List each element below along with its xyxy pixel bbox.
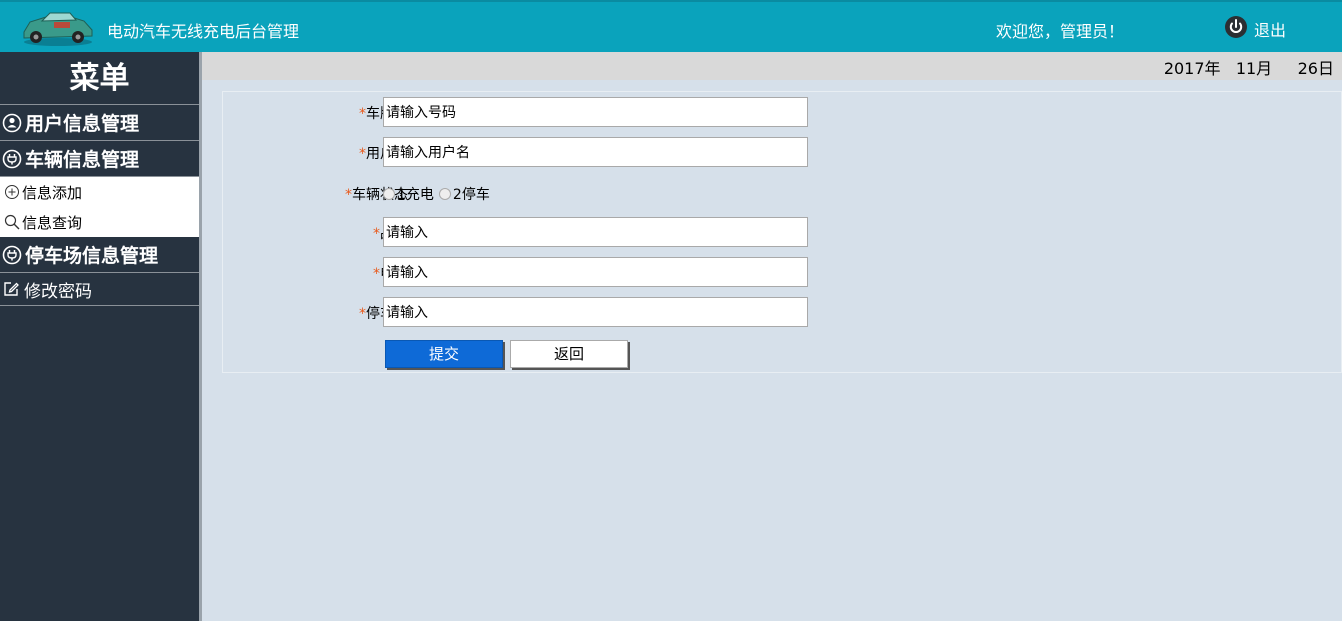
sidebar-item-label: 车辆信息管理 (25, 149, 140, 171)
power-input[interactable] (383, 257, 808, 287)
user-circle-icon (2, 113, 22, 133)
plus-circle-icon (4, 184, 20, 200)
submenu-item-label: 信息查询 (22, 213, 83, 232)
status-option-label: 2停车 (452, 187, 490, 203)
status-radio-parking[interactable] (438, 188, 451, 200)
logout-label: 退出 (1254, 21, 1287, 40)
plate-input[interactable] (383, 97, 808, 127)
status-radio-group: 1充电 2停车 (383, 184, 495, 204)
form-row-power: *电量 (223, 257, 843, 287)
form-row-username: *用户名 (223, 137, 843, 167)
plug-circle-icon (2, 149, 22, 169)
sidebar-item-change-password[interactable]: 修改密码 (0, 273, 199, 306)
car-logo (20, 8, 96, 48)
form-row-status: *车辆状态 1充电 2停车 (223, 178, 843, 208)
required-mark: * (373, 266, 380, 282)
submit-button[interactable]: 提交 (385, 340, 503, 368)
date-bar: 2017年 11月 26日 (202, 52, 1342, 80)
vehicle-form: *车牌号 *用户名 *车辆状态 1充电 2停车 *品牌 *电量 *停车位 提交 … (222, 91, 1342, 373)
brand-input[interactable] (383, 217, 808, 247)
required-mark: * (359, 146, 366, 162)
form-row-brand: *品牌 (223, 217, 843, 247)
sidebar-item-vehicle-info[interactable]: 车辆信息管理 (0, 141, 199, 177)
plug-circle-icon (2, 245, 22, 265)
edit-icon (2, 280, 20, 298)
search-icon (4, 214, 20, 230)
top-header: 电动汽车无线充电后台管理 欢迎您，管理员！ 退出 (0, 0, 1342, 52)
sidebar: 菜单 用户信息管理 车辆信息管理 信息添加 信息查询 停车场信息管理 修改密码 (0, 52, 199, 621)
menu-title: 菜单 (0, 52, 199, 105)
current-date: 2017年 11月 26日 (1164, 55, 1334, 79)
sidebar-item-label: 修改密码 (24, 281, 92, 302)
date-day: 26日 (1297, 59, 1334, 78)
sidebar-item-label: 用户信息管理 (25, 113, 140, 135)
required-mark: * (359, 106, 366, 122)
submenu-item-query[interactable]: 信息查询 (0, 207, 199, 237)
welcome-text: 欢迎您，管理员！ (996, 22, 1125, 41)
status-radio-charging[interactable] (383, 188, 395, 200)
sidebar-item-parking-info[interactable]: 停车场信息管理 (0, 237, 199, 273)
back-button[interactable]: 返回 (510, 340, 628, 368)
status-option-label: 1充电 (397, 187, 434, 203)
sidebar-divider (199, 52, 202, 621)
username-input[interactable] (383, 137, 808, 167)
date-month: 11月 (1235, 59, 1273, 78)
app-title: 电动汽车无线充电后台管理 (107, 22, 300, 41)
form-row-spot: *停车位 (223, 297, 843, 327)
sidebar-item-user-info[interactable]: 用户信息管理 (0, 105, 199, 141)
submenu-item-add[interactable]: 信息添加 (0, 177, 199, 207)
submenu-item-label: 信息添加 (22, 183, 83, 202)
required-mark: * (345, 187, 352, 203)
required-mark: * (373, 226, 380, 242)
required-mark: * (359, 306, 366, 322)
power-icon (1224, 15, 1248, 43)
form-row-plate: *车牌号 (223, 97, 843, 127)
sidebar-item-label: 停车场信息管理 (25, 245, 159, 267)
date-year: 2017年 (1163, 59, 1221, 78)
logout-button[interactable]: 退出 (1224, 15, 1286, 43)
vehicle-submenu: 信息添加 信息查询 (0, 177, 199, 237)
spot-input[interactable] (383, 297, 808, 327)
